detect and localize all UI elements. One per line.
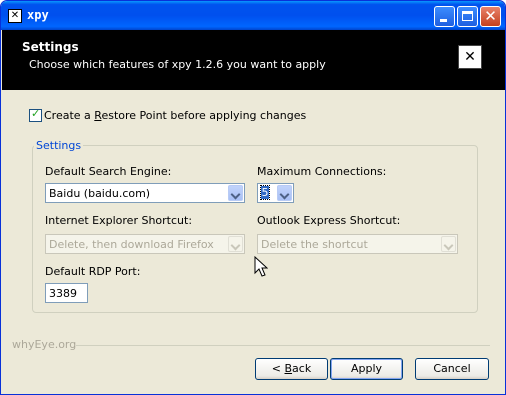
app-icon[interactable]: ✕ bbox=[8, 9, 22, 23]
oe-shortcut-value: Delete the shortcut bbox=[261, 238, 368, 251]
ie-shortcut-label: Internet Explorer Shortcut: bbox=[45, 214, 193, 227]
search-engine-value: Baidu (baidu.com) bbox=[49, 187, 151, 200]
window-title: xpy bbox=[27, 8, 49, 22]
back-button[interactable]: < Back bbox=[255, 358, 328, 380]
restore-point-label[interactable]: Create a Restore Point before applying c… bbox=[44, 109, 306, 122]
checkmark-icon: ✓ bbox=[31, 107, 41, 120]
mouse-cursor-icon bbox=[254, 256, 268, 277]
maximize-icon bbox=[462, 11, 473, 21]
search-engine-label: Default Search Engine: bbox=[45, 165, 172, 178]
search-engine-select[interactable]: Baidu (baidu.com) bbox=[45, 183, 245, 203]
maximize-button[interactable] bbox=[457, 6, 478, 27]
divider bbox=[76, 345, 490, 346]
header-panel: Settings Choose which features of xpy 1.… bbox=[2, 30, 505, 90]
apply-button[interactable]: Apply bbox=[330, 358, 403, 380]
ie-shortcut-value: Delete, then download Firefox bbox=[49, 238, 214, 251]
restore-point-checkbox[interactable]: ✓ bbox=[29, 107, 42, 122]
page-title: Settings bbox=[22, 40, 79, 54]
rdp-port-value: 3389 bbox=[49, 287, 77, 300]
rdp-port-label: Default RDP Port: bbox=[45, 265, 141, 278]
chevron-down-icon bbox=[228, 236, 243, 252]
oe-shortcut-select[interactable]: Delete the shortcut bbox=[257, 234, 458, 254]
ie-shortcut-select[interactable]: Delete, then download Firefox bbox=[45, 234, 245, 254]
close-icon: ✕ bbox=[484, 7, 497, 25]
rdp-port-input[interactable]: 3389 bbox=[45, 283, 88, 303]
cancel-button[interactable]: Cancel bbox=[415, 358, 489, 380]
header-close-button[interactable]: ✕ bbox=[458, 45, 482, 69]
chevron-down-icon bbox=[441, 236, 456, 252]
max-connections-value: 5 bbox=[260, 185, 270, 200]
oe-shortcut-label: Outlook Express Shortcut: bbox=[257, 214, 401, 227]
close-button[interactable]: ✕ bbox=[480, 6, 501, 27]
max-connections-label: Maximum Connections: bbox=[257, 165, 387, 178]
settings-group-label: Settings bbox=[34, 139, 84, 152]
brand-label: whyEye.org bbox=[12, 338, 77, 351]
title-bar[interactable]: ✕ xpy ✕ bbox=[1, 1, 505, 30]
chevron-down-icon[interactable] bbox=[277, 185, 292, 201]
minimize-button[interactable] bbox=[434, 6, 455, 27]
minimize-icon bbox=[440, 19, 447, 22]
chevron-down-icon[interactable] bbox=[228, 185, 243, 201]
max-connections-select[interactable]: 5 bbox=[257, 183, 294, 203]
page-subtitle: Choose which features of xpy 1.2.6 you w… bbox=[29, 58, 326, 71]
